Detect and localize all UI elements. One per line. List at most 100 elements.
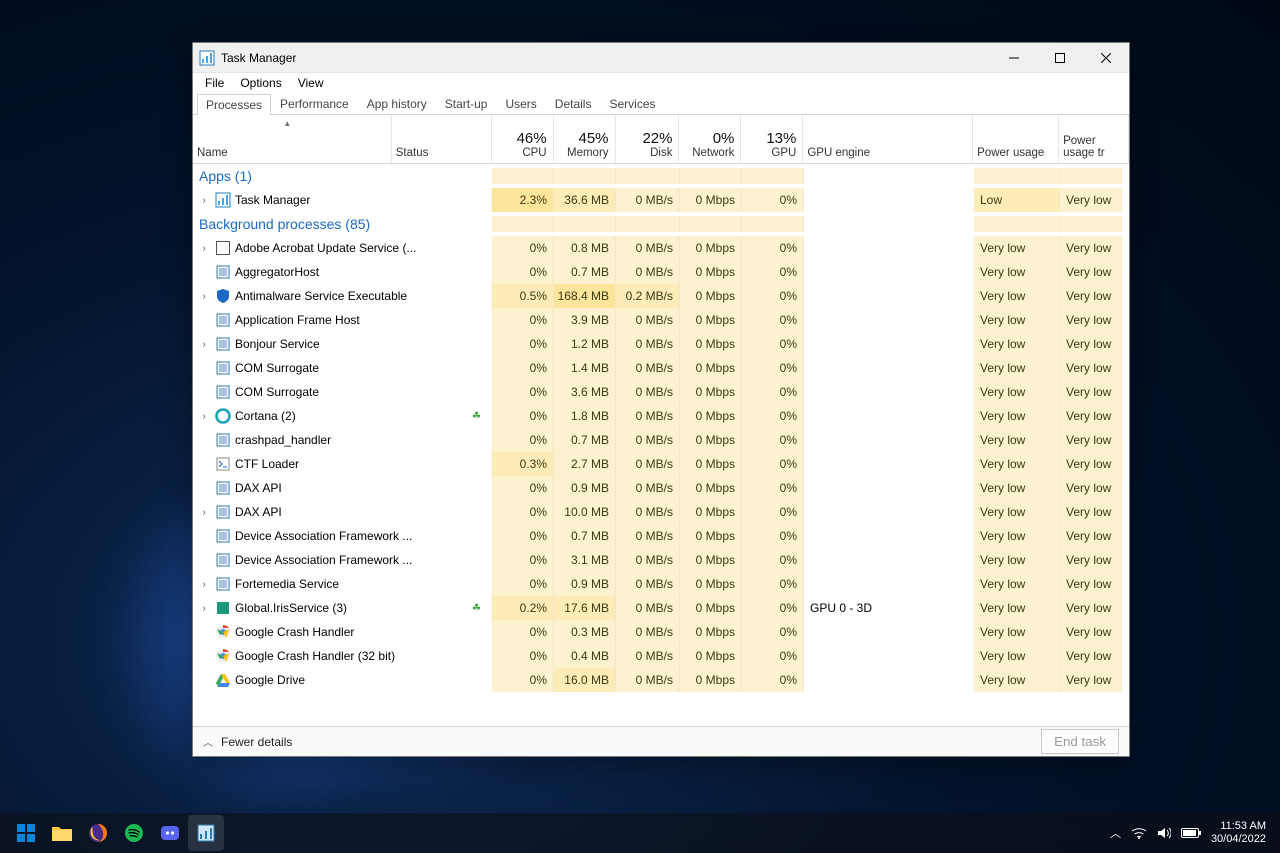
header-power[interactable]: Power usage — [973, 115, 1059, 163]
tab-processes[interactable]: Processes — [197, 94, 271, 115]
cell-gpu: 0% — [742, 644, 804, 668]
expand-icon[interactable]: › — [197, 579, 211, 590]
cell-gpu-engine — [804, 644, 974, 668]
cell-power-trend: Very low — [1060, 404, 1122, 428]
process-row[interactable]: ›Task Manager2.3%36.6 MB0 MB/s0 Mbps0%Lo… — [193, 188, 1129, 212]
menu-item-file[interactable]: File — [197, 74, 232, 92]
header-disk[interactable]: 22%Disk — [616, 115, 680, 163]
process-row[interactable]: Device Association Framework ...0%3.1 MB… — [193, 548, 1129, 572]
close-button[interactable] — [1083, 43, 1129, 73]
header-cpu[interactable]: 46%CPU — [492, 115, 554, 163]
battery-icon[interactable] — [1181, 828, 1201, 838]
process-row[interactable]: ›Bonjour Service0%1.2 MB0 MB/s0 Mbps0%Ve… — [193, 332, 1129, 356]
process-row[interactable]: COM Surrogate0%1.4 MB0 MB/s0 Mbps0%Very … — [193, 356, 1129, 380]
fewer-details-link[interactable]: Fewer details — [221, 735, 292, 749]
clock[interactable]: 11:53 AM 30/04/2022 — [1211, 820, 1272, 846]
expand-icon[interactable]: › — [197, 603, 211, 614]
header-status[interactable]: Status — [392, 115, 492, 163]
header-gpu[interactable]: 13%GPU — [741, 115, 803, 163]
process-list[interactable]: Apps (1)›Task Manager2.3%36.6 MB0 MB/s0 … — [193, 164, 1129, 726]
discord-icon[interactable] — [152, 815, 188, 851]
process-row[interactable]: Device Association Framework ...0%0.7 MB… — [193, 524, 1129, 548]
titlebar[interactable]: Task Manager — [193, 43, 1129, 73]
task-manager-taskbar-icon[interactable] — [188, 815, 224, 851]
process-name: crashpad_handler — [235, 433, 331, 447]
file-explorer-icon[interactable] — [44, 815, 80, 851]
tab-details[interactable]: Details — [546, 93, 601, 114]
wifi-icon[interactable] — [1131, 827, 1147, 839]
tab-users[interactable]: Users — [496, 93, 545, 114]
menubar: FileOptionsView — [193, 73, 1129, 93]
cell-cpu: 0% — [492, 260, 554, 284]
expand-icon[interactable]: › — [197, 339, 211, 350]
group-header[interactable]: Apps (1) — [193, 164, 1129, 188]
expand-icon[interactable]: › — [197, 195, 211, 206]
cell-disk: 0 MB/s — [616, 332, 680, 356]
process-row[interactable]: ›Adobe Acrobat Update Service (...0%0.8 … — [193, 236, 1129, 260]
process-icon — [215, 384, 231, 400]
cell-memory: 3.6 MB — [554, 380, 616, 404]
maximize-button[interactable] — [1037, 43, 1083, 73]
header-power-trend[interactable]: Power usage tr — [1059, 115, 1129, 163]
taskbar[interactable]: ︿ 11:53 AM 30/04/2022 — [0, 813, 1280, 853]
process-row[interactable]: ›Cortana (2)☘0%1.8 MB0 MB/s0 Mbps0%Very … — [193, 404, 1129, 428]
start-button[interactable] — [8, 815, 44, 851]
process-icon — [215, 648, 231, 664]
cell-gpu-engine — [804, 668, 974, 692]
process-row[interactable]: CTF Loader0.3%2.7 MB0 MB/s0 Mbps0%Very l… — [193, 452, 1129, 476]
process-row[interactable]: DAX API0%0.9 MB0 MB/s0 Mbps0%Very lowVer… — [193, 476, 1129, 500]
tab-performance[interactable]: Performance — [271, 93, 358, 114]
header-name[interactable]: Name — [193, 115, 392, 163]
cell-network: 0 Mbps — [680, 524, 742, 548]
tab-app-history[interactable]: App history — [358, 93, 436, 114]
cell-power: Very low — [974, 548, 1060, 572]
cell-gpu-engine — [804, 308, 974, 332]
cell-network: 0 Mbps — [680, 260, 742, 284]
process-row[interactable]: ›Global.IrisService (3)☘0.2%17.6 MB0 MB/… — [193, 596, 1129, 620]
cell-power: Very low — [974, 476, 1060, 500]
cell-memory: 0.9 MB — [554, 476, 616, 500]
tab-start-up[interactable]: Start-up — [436, 93, 497, 114]
cell-network: 0 Mbps — [680, 596, 742, 620]
process-icon — [215, 480, 231, 496]
end-task-button[interactable]: End task — [1041, 729, 1119, 754]
expand-icon[interactable]: › — [197, 507, 211, 518]
process-row[interactable]: ›Antimalware Service Executable0.5%168.4… — [193, 284, 1129, 308]
process-row[interactable]: AggregatorHost0%0.7 MB0 MB/s0 Mbps0%Very… — [193, 260, 1129, 284]
process-row[interactable]: Google Crash Handler0%0.3 MB0 MB/s0 Mbps… — [193, 620, 1129, 644]
expand-icon[interactable]: › — [197, 243, 211, 254]
tray-chevron-icon[interactable]: ︿ — [1110, 825, 1121, 841]
cell-power: Low — [974, 188, 1060, 212]
header-network[interactable]: 0%Network — [679, 115, 741, 163]
cell-memory: 168.4 MB — [554, 284, 616, 308]
process-row[interactable]: Application Frame Host0%3.9 MB0 MB/s0 Mb… — [193, 308, 1129, 332]
cell-network: 0 Mbps — [680, 644, 742, 668]
minimize-button[interactable] — [991, 43, 1037, 73]
process-row[interactable]: COM Surrogate0%3.6 MB0 MB/s0 Mbps0%Very … — [193, 380, 1129, 404]
header-memory[interactable]: 45%Memory — [554, 115, 616, 163]
process-name: Google Crash Handler (32 bit) — [235, 649, 395, 663]
expand-icon[interactable]: › — [197, 411, 211, 422]
system-tray[interactable]: ︿ 11:53 AM 30/04/2022 — [1110, 820, 1272, 846]
tab-services[interactable]: Services — [600, 93, 664, 114]
menu-item-view[interactable]: View — [290, 74, 332, 92]
expand-icon[interactable]: › — [197, 291, 211, 302]
process-row[interactable]: Google Crash Handler (32 bit)0%0.4 MB0 M… — [193, 644, 1129, 668]
spotify-icon[interactable] — [116, 815, 152, 851]
process-icon — [215, 504, 231, 520]
group-header[interactable]: Background processes (85) — [193, 212, 1129, 236]
cell-disk: 0 MB/s — [616, 428, 680, 452]
process-row[interactable]: crashpad_handler0%0.7 MB0 MB/s0 Mbps0%Ve… — [193, 428, 1129, 452]
process-row[interactable]: Google Drive0%16.0 MB0 MB/s0 Mbps0%Very … — [193, 668, 1129, 692]
firefox-icon[interactable] — [80, 815, 116, 851]
cell-memory: 0.9 MB — [554, 572, 616, 596]
menu-item-options[interactable]: Options — [232, 74, 289, 92]
chevron-up-icon[interactable]: ︿ — [203, 734, 213, 749]
volume-icon[interactable] — [1157, 826, 1171, 840]
header-gpu-engine[interactable]: GPU engine — [803, 115, 973, 163]
process-row[interactable]: ›Fortemedia Service0%0.9 MB0 MB/s0 Mbps0… — [193, 572, 1129, 596]
cell-power-trend: Very low — [1060, 596, 1122, 620]
process-row[interactable]: ›DAX API0%10.0 MB0 MB/s0 Mbps0%Very lowV… — [193, 500, 1129, 524]
cell-disk: 0 MB/s — [616, 596, 680, 620]
process-icon — [215, 288, 231, 304]
